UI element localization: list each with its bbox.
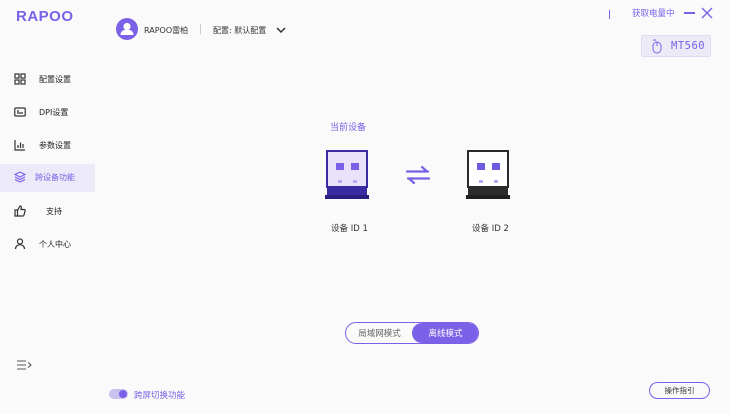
sidebar-item-label: DPI设置 xyxy=(39,108,69,117)
mode-lan-button[interactable]: 局域网模式 xyxy=(346,323,413,343)
battery-status-link[interactable]: 获取电量中 xyxy=(632,7,675,19)
usb-receiver-2-icon xyxy=(466,150,510,199)
sidebar-item-cross-device[interactable]: 跨设备功能 xyxy=(0,164,95,192)
header-divider xyxy=(609,10,610,19)
thumbs-up-icon xyxy=(14,205,26,217)
minimize-button[interactable] xyxy=(684,12,695,14)
swap-arrows-icon xyxy=(405,165,431,185)
close-icon[interactable] xyxy=(700,6,714,20)
chevron-down-icon[interactable] xyxy=(276,26,286,34)
header-divider xyxy=(200,24,201,34)
sidebar-item-dpi[interactable]: DPI设置 xyxy=(0,99,95,127)
avatar[interactable] xyxy=(116,18,138,40)
sidebar-item-config[interactable]: 配置设置 xyxy=(0,66,95,94)
device-2-label: 设备 ID 2 xyxy=(472,224,509,234)
collapse-sidebar-icon[interactable] xyxy=(16,359,32,371)
layers-icon xyxy=(14,171,26,183)
sidebar-item-profile[interactable]: 个人中心 xyxy=(0,231,95,259)
config-selector-label[interactable]: 配置: 默认配置 xyxy=(213,25,266,36)
mouse-icon xyxy=(652,38,662,53)
usb-receiver-1-icon xyxy=(325,150,369,199)
sidebar-item-label: 跨设备功能 xyxy=(35,173,75,182)
switch-knob xyxy=(119,390,127,398)
person-icon xyxy=(14,238,26,250)
mode-offline-button[interactable]: 离线模式 xyxy=(412,323,478,343)
sidebar-item-label: 个人中心 xyxy=(39,240,71,249)
guide-button[interactable]: 操作指引 xyxy=(649,382,710,399)
rapoo-logo: RAPOO xyxy=(16,8,74,25)
sidebar-item-label: 配置设置 xyxy=(39,75,71,84)
cross-screen-switch[interactable] xyxy=(109,389,128,399)
device-model-name: MT560 xyxy=(671,40,706,52)
mode-toggle: 局域网模式 离线模式 xyxy=(345,322,479,344)
cross-screen-switch-label: 跨屏切换功能 xyxy=(134,391,186,401)
user-icon xyxy=(120,22,134,35)
current-device-title: 当前设备 xyxy=(330,123,367,133)
grid-icon xyxy=(14,73,26,85)
chart-icon xyxy=(14,140,25,151)
sidebar-item-label: 参数设置 xyxy=(39,141,71,150)
device-model-badge: MT560 xyxy=(641,35,711,57)
user-name: RAPOO雷柏 xyxy=(144,26,189,35)
dpi-icon xyxy=(14,107,26,117)
sidebar-item-support[interactable]: 支持 xyxy=(0,198,95,226)
sidebar-item-label: 支持 xyxy=(46,207,62,216)
sidebar-item-params[interactable]: 参数设置 xyxy=(0,132,95,160)
device-1-label: 设备 ID 1 xyxy=(331,224,368,234)
